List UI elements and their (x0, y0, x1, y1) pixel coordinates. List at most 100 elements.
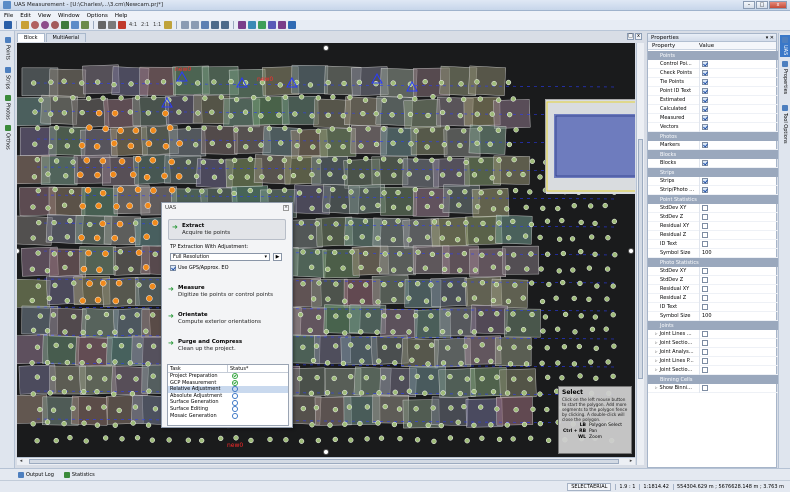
resolution-select[interactable]: Full Resolution (170, 253, 270, 261)
menu-help[interactable]: Help (115, 13, 128, 19)
property-checkbox[interactable] (702, 223, 708, 229)
zoom-4-1-button[interactable]: 4:1 (129, 22, 137, 28)
property-value[interactable] (699, 212, 778, 222)
property-checkbox[interactable] (702, 79, 708, 85)
property-checkbox[interactable] (702, 214, 708, 220)
task-row[interactable]: Absolute Adjustment (168, 393, 288, 400)
process4-icon[interactable] (268, 21, 277, 29)
tab-uas[interactable]: UAS (780, 35, 790, 58)
property-value[interactable] (699, 347, 778, 357)
task-row[interactable]: Relative Adjustment (168, 386, 288, 393)
property-value[interactable]: 100 (699, 311, 778, 321)
property-checkbox[interactable] (702, 340, 708, 346)
property-checkbox[interactable] (702, 61, 708, 67)
property-value[interactable] (699, 266, 778, 276)
help-icon[interactable] (288, 21, 297, 29)
property-checkbox[interactable] (702, 331, 708, 337)
property-checkbox[interactable] (702, 142, 708, 148)
property-row[interactable]: Blocks (648, 158, 778, 168)
task-row[interactable]: Surface Editing (168, 406, 288, 413)
camera2-icon[interactable] (221, 21, 230, 29)
property-checkbox[interactable] (702, 187, 708, 193)
property-checkbox[interactable] (702, 70, 708, 76)
close-button[interactable]: x (769, 1, 787, 9)
property-value[interactable] (699, 302, 778, 312)
property-value[interactable] (699, 221, 778, 231)
property-row[interactable]: Vectors (648, 122, 778, 132)
layer-icon[interactable] (81, 21, 89, 29)
property-row[interactable]: Joint Sectio... (648, 365, 778, 375)
zoom-icon[interactable] (108, 21, 116, 29)
property-checkbox[interactable] (702, 268, 708, 274)
block-view[interactable]: new0 new0 new0 (17, 43, 635, 457)
property-value[interactable] (699, 68, 778, 78)
play-button[interactable]: ▶ (273, 253, 282, 261)
property-checkbox[interactable] (702, 205, 708, 211)
overview-icon[interactable] (201, 21, 210, 29)
property-value[interactable] (699, 77, 778, 87)
property-checkbox[interactable] (702, 115, 708, 121)
menu-window[interactable]: Window (58, 13, 80, 19)
property-checkbox[interactable] (702, 160, 708, 166)
property-row[interactable]: Symbol Size 100 (648, 311, 778, 321)
menu-file[interactable]: File (4, 13, 13, 19)
process5-icon[interactable] (278, 21, 287, 29)
menu-view[interactable]: View (38, 13, 51, 19)
property-checkbox[interactable] (702, 124, 708, 130)
tab-orthos[interactable]: Orthos (2, 125, 13, 150)
purge-step[interactable]: ➜ Purge and Compress Clean up the projec… (168, 339, 286, 352)
property-checkbox[interactable] (702, 304, 708, 310)
grid-icon[interactable] (181, 21, 190, 29)
task-row[interactable]: GCP Measurement (168, 380, 288, 387)
minimize-button[interactable]: – (743, 1, 755, 9)
camera-icon[interactable] (211, 21, 220, 29)
property-value[interactable] (699, 230, 778, 240)
property-value[interactable] (699, 185, 778, 195)
measure-step[interactable]: ➜ Measure Digitize tie points or control… (168, 285, 286, 298)
properties-panel-controls[interactable]: ▾ ✕ (766, 34, 774, 42)
property-value[interactable] (699, 158, 778, 168)
zoom-2-1-button[interactable]: 2:1 (141, 22, 149, 28)
close-doc-button[interactable]: x (635, 33, 642, 40)
property-value[interactable] (699, 113, 778, 123)
task-row[interactable]: Surface Generation (168, 399, 288, 406)
tab-properties[interactable]: Properties (780, 59, 790, 96)
overview-minimap[interactable] (545, 99, 635, 194)
property-value[interactable] (699, 329, 778, 339)
property-checkbox[interactable] (702, 295, 708, 301)
table-icon[interactable] (191, 21, 200, 29)
property-row[interactable]: Symbol Size 100 (648, 248, 778, 258)
extract-step[interactable]: ➜ Extract Acquire tie points (168, 219, 286, 240)
tab-strips[interactable]: Strips (2, 67, 13, 89)
property-value[interactable] (699, 95, 778, 105)
property-value[interactable] (699, 239, 778, 249)
task-row[interactable]: Mosaic Generation (168, 413, 288, 420)
gps-checkbox[interactable] (170, 265, 176, 271)
tab-statistics[interactable]: Statistics (63, 471, 95, 478)
zoom-1-1-button[interactable]: 1:1 (153, 22, 161, 28)
property-checkbox[interactable] (702, 367, 708, 373)
uas-close-icon[interactable]: × (283, 205, 289, 211)
edit-icon[interactable] (21, 21, 29, 29)
remove-point-icon[interactable] (51, 21, 59, 29)
vertical-scrollbar[interactable] (636, 43, 644, 465)
target-icon[interactable] (31, 21, 39, 29)
nav-down-dot[interactable] (323, 449, 329, 455)
property-value[interactable] (699, 383, 778, 393)
measure-icon[interactable] (164, 21, 173, 29)
property-value[interactable] (699, 365, 778, 375)
restore-doc-button[interactable]: □ (627, 33, 634, 40)
property-value[interactable] (699, 293, 778, 303)
property-value[interactable] (699, 86, 778, 96)
menu-options[interactable]: Options (87, 13, 108, 19)
tab-photos[interactable]: Photos (2, 95, 13, 120)
horizontal-scrollbar[interactable]: ◂ ▸ (17, 457, 635, 465)
pan-hand-icon[interactable] (98, 21, 106, 29)
tab-block[interactable]: Block (17, 33, 45, 42)
cross-icon[interactable] (118, 21, 126, 29)
menu-edit[interactable]: Edit (20, 13, 31, 19)
property-value[interactable]: 100 (699, 248, 778, 258)
property-checkbox[interactable] (702, 97, 708, 103)
property-checkbox[interactable] (702, 241, 708, 247)
photo-icon[interactable] (71, 21, 79, 29)
